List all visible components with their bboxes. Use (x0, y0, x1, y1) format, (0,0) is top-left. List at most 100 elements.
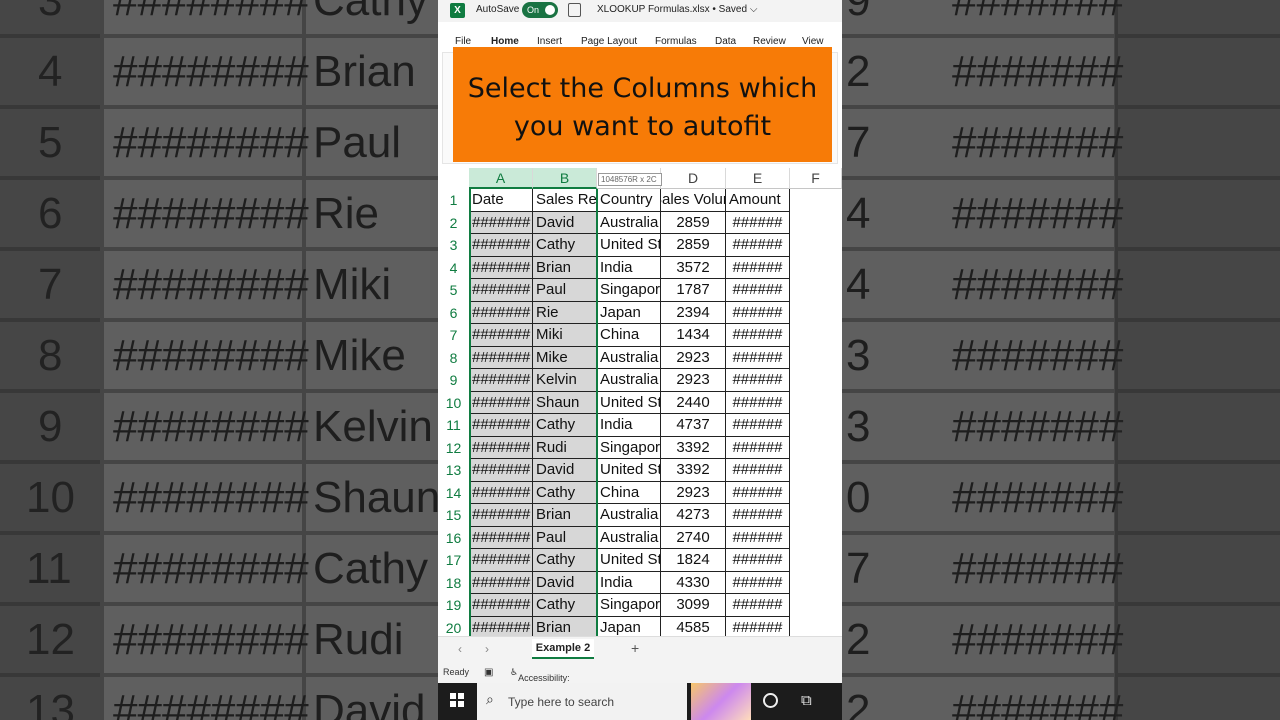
table-cell[interactable]: ###### (726, 234, 790, 257)
table-cell[interactable]: 4330 (661, 571, 726, 594)
table-cell[interactable]: 3392 (661, 436, 726, 459)
table-cell[interactable]: India (597, 256, 661, 279)
table-cell[interactable]: Cathy (533, 414, 597, 437)
table-cell[interactable]: Singapor (597, 279, 661, 302)
windows-start-icon[interactable] (450, 693, 464, 707)
table-cell[interactable]: ####### (469, 481, 533, 504)
next-sheet-icon[interactable]: › (485, 642, 489, 656)
row-header[interactable]: 13 (438, 459, 469, 482)
row-header[interactable]: 7 (438, 324, 469, 347)
column-header-b[interactable]: B (533, 168, 597, 189)
table-cell[interactable]: Rie (533, 301, 597, 324)
table-cell[interactable]: ####### (469, 414, 533, 437)
prev-sheet-icon[interactable]: ‹ (458, 642, 462, 656)
autosave-toggle[interactable]: On (522, 2, 558, 18)
table-cell[interactable]: 3099 (661, 594, 726, 617)
table-cell[interactable]: ####### (469, 459, 533, 482)
table-cell[interactable]: ###### (726, 616, 790, 636)
table-cell[interactable]: Cathy (533, 234, 597, 257)
header-cell[interactable]: Sales Volume (661, 189, 726, 212)
row-header[interactable]: 19 (438, 594, 469, 617)
table-cell[interactable]: 2440 (661, 391, 726, 414)
menu-tab-7[interactable]: View (802, 36, 824, 47)
table-cell[interactable]: Kelvin (533, 369, 597, 392)
table-cell[interactable]: 2394 (661, 301, 726, 324)
table-cell[interactable]: United St (597, 234, 661, 257)
table-cell[interactable]: ####### (469, 504, 533, 527)
table-cell[interactable]: China (597, 481, 661, 504)
table-cell[interactable]: ###### (726, 279, 790, 302)
table-cell[interactable]: 3572 (661, 256, 726, 279)
table-cell[interactable]: Brian (533, 256, 597, 279)
row-header[interactable]: 9 (438, 369, 469, 392)
row-header[interactable]: 6 (438, 302, 469, 325)
table-cell[interactable]: ####### (469, 594, 533, 617)
header-cell[interactable]: Country (597, 189, 661, 212)
macro-record-icon[interactable]: ▣ (484, 667, 493, 678)
table-cell[interactable]: ###### (726, 436, 790, 459)
table-cell[interactable]: ###### (726, 256, 790, 279)
table-cell[interactable]: ###### (726, 459, 790, 482)
row-header[interactable]: 12 (438, 437, 469, 460)
table-cell[interactable]: Cathy (533, 594, 597, 617)
table-cell[interactable]: ###### (726, 391, 790, 414)
table-cell[interactable]: ###### (726, 481, 790, 504)
column-header-d[interactable]: D (661, 168, 726, 189)
table-cell[interactable]: United St (597, 549, 661, 572)
menu-tab-1[interactable]: Home (491, 36, 519, 52)
table-cell[interactable]: 1787 (661, 279, 726, 302)
row-header[interactable]: 15 (438, 504, 469, 527)
menu-tab-4[interactable]: Formulas (655, 36, 697, 47)
table-cell[interactable]: United St (597, 391, 661, 414)
row-header[interactable]: 10 (438, 392, 469, 415)
table-cell[interactable]: 2923 (661, 369, 726, 392)
table-cell[interactable]: Japan (597, 301, 661, 324)
table-cell[interactable]: ####### (469, 571, 533, 594)
table-cell[interactable]: 1824 (661, 549, 726, 572)
menu-tab-6[interactable]: Review (753, 36, 786, 47)
table-cell[interactable]: Australia (597, 346, 661, 369)
row-header[interactable]: 18 (438, 572, 469, 595)
row-header[interactable]: 8 (438, 347, 469, 370)
table-cell[interactable]: ####### (469, 279, 533, 302)
table-cell[interactable]: India (597, 414, 661, 437)
table-cell[interactable]: 1434 (661, 324, 726, 347)
table-cell[interactable]: ####### (469, 616, 533, 636)
table-cell[interactable]: 4273 (661, 504, 726, 527)
row-header[interactable]: 5 (438, 279, 469, 302)
table-cell[interactable]: 2923 (661, 481, 726, 504)
table-cell[interactable]: ###### (726, 346, 790, 369)
table-cell[interactable]: Brian (533, 616, 597, 636)
column-header-a[interactable]: A (469, 168, 533, 189)
table-cell[interactable]: ####### (469, 436, 533, 459)
table-cell[interactable]: 2740 (661, 526, 726, 549)
menu-tab-5[interactable]: Data (715, 36, 736, 47)
table-cell[interactable]: 4737 (661, 414, 726, 437)
add-sheet-button[interactable]: + (631, 640, 639, 656)
table-cell[interactable]: David (533, 571, 597, 594)
spreadsheet-grid[interactable]: ABCDEF1DateSales RepCountrySales VolumeA… (438, 168, 842, 636)
table-cell[interactable]: Australia (597, 504, 661, 527)
table-cell[interactable]: Australia (597, 211, 661, 234)
table-cell[interactable]: ###### (726, 211, 790, 234)
table-cell[interactable]: China (597, 324, 661, 347)
table-cell[interactable]: ####### (469, 234, 533, 257)
row-header[interactable]: 4 (438, 257, 469, 280)
row-header[interactable]: 17 (438, 549, 469, 572)
table-cell[interactable]: Rudi (533, 436, 597, 459)
table-cell[interactable]: 4585 (661, 616, 726, 636)
table-cell[interactable]: Shaun (533, 391, 597, 414)
table-cell[interactable]: ###### (726, 324, 790, 347)
table-cell[interactable]: Singapor (597, 436, 661, 459)
row-header[interactable]: 20 (438, 617, 469, 637)
taskbar-search-box[interactable]: ⌕ Type here to search (477, 683, 687, 720)
table-cell[interactable]: Japan (597, 616, 661, 636)
table-cell[interactable]: 3392 (661, 459, 726, 482)
table-cell[interactable]: ####### (469, 526, 533, 549)
table-cell[interactable]: ####### (469, 346, 533, 369)
table-cell[interactable]: ####### (469, 324, 533, 347)
table-cell[interactable]: Australia (597, 526, 661, 549)
column-header-f[interactable]: F (790, 168, 842, 189)
table-cell[interactable]: ####### (469, 549, 533, 572)
table-cell[interactable]: Cathy (533, 481, 597, 504)
